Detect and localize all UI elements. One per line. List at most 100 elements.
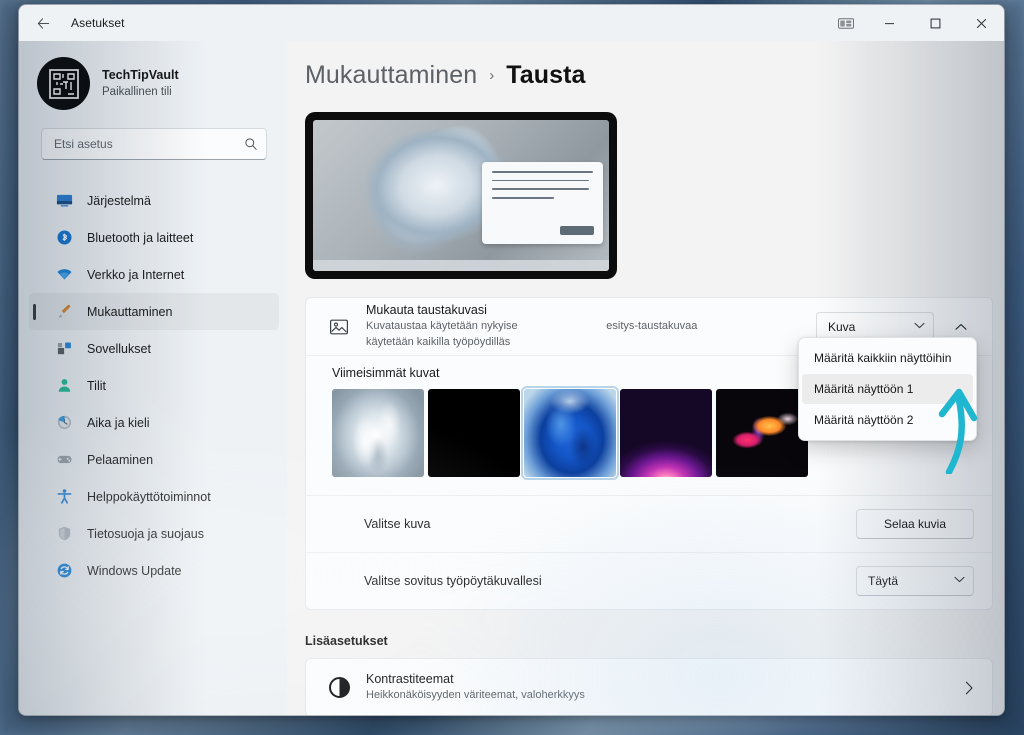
avatar-maze-icon [48, 68, 79, 99]
gaming-controller-icon [55, 451, 73, 469]
sidebar-item-label: Helppokäyttötoiminnot [87, 489, 211, 504]
wallpaper-bloom-light[interactable] [332, 389, 424, 477]
subtitle-line-2: käytetään kaikilla työpöydilläs [366, 335, 511, 348]
set-for-monitor-flyout: Määritä kaikkiin näyttöihin Määritä näyt… [798, 337, 977, 441]
back-arrow-icon [37, 17, 49, 29]
close-icon [976, 18, 986, 28]
maximize-button[interactable] [912, 5, 958, 41]
flyout-item-monitor-1[interactable]: Määritä näyttöön 1 [802, 374, 973, 404]
search-wrapper [19, 128, 287, 160]
breadcrumb-separator: › [489, 67, 495, 84]
accessibility-icon [55, 488, 73, 506]
chevron-down-icon [914, 322, 925, 332]
choose-image-row: Valitse kuva Selaa kuvia [306, 495, 992, 552]
account-name: TechTipVault [102, 67, 179, 82]
windows-update-icon [55, 562, 73, 580]
chevron-down-icon [954, 576, 965, 586]
wallpaper-abstract-flower[interactable] [716, 389, 808, 477]
preview-window-button [560, 225, 594, 235]
window-body: TechTipVault Paikallinen tili Etsi asetu… [19, 41, 1004, 715]
avatar [37, 57, 90, 110]
sidebar-item-sovellukset[interactable]: Sovellukset [29, 330, 279, 367]
preview-window-mock [481, 162, 603, 244]
window-controls [826, 5, 1004, 41]
close-button[interactable] [958, 5, 1004, 41]
breadcrumb-parent[interactable]: Mukauttaminen [305, 61, 477, 90]
choose-image-title: Valitse kuva [364, 517, 431, 531]
sidebar-item-tilit[interactable]: Tilit [29, 367, 279, 404]
sidebar-item-tietosuoja-ja-suojaus[interactable]: Tietosuoja ja suojaus [29, 515, 279, 552]
contrast-themes-title: Kontrastiteemat [366, 671, 454, 686]
search-box[interactable] [41, 128, 267, 160]
sidebar-item-label: Windows Update [87, 563, 182, 578]
sidebar-item-label: Järjestelmä [87, 193, 151, 208]
back-button[interactable] [27, 7, 59, 39]
personalize-background-title: Mukauta taustakuvasi [366, 302, 487, 317]
window-title: Asetukset [71, 16, 125, 30]
contrast-themes-icon [322, 677, 356, 698]
wallpaper-bloom-blue[interactable] [521, 386, 619, 480]
account-block[interactable]: TechTipVault Paikallinen tili [19, 41, 287, 128]
contrast-themes-subtitle: Heikkonäköisyyden väriteemat, valoherkky… [366, 688, 585, 701]
sidebar-item-pelaaminen[interactable]: Pelaaminen [29, 441, 279, 478]
sidebar-item-aika-ja-kieli[interactable]: Aika ja kieli [29, 404, 279, 441]
network-wifi-icon [55, 266, 73, 284]
personalization-brush-icon [55, 303, 73, 321]
chevron-up-icon [955, 318, 967, 336]
subtitle-line-1: Kuvataustaa käytetään nykyise [366, 319, 518, 332]
page-title: Tausta [506, 61, 586, 89]
personalize-background-subtitle: Kuvataustaa käytetään nykyise xxxxxxxxxx… [366, 319, 802, 351]
apps-icon [55, 340, 73, 358]
flyout-item-monitor-2[interactable]: Määritä näyttöön 2 [802, 405, 973, 435]
wallpaper-black[interactable] [428, 389, 520, 477]
sidebar-item-label: Bluetooth ja laitteet [87, 230, 194, 245]
search-icon [245, 138, 257, 150]
privacy-shield-icon [55, 525, 73, 543]
sidebar-item-label: Tietosuoja ja suojaus [87, 526, 204, 541]
sidebar-item-verkko-ja-internet[interactable]: Verkko ja Internet [29, 256, 279, 293]
desktop-background-preview [305, 112, 617, 279]
browse-photos-button[interactable]: Selaa kuvia [856, 509, 974, 539]
main-content: Mukauttaminen › Tausta Mukauta taustakuv… [287, 41, 1004, 715]
desktop-background: Asetukset TechTipVault Paikallinen tili … [0, 0, 1024, 735]
minimize-icon [884, 22, 894, 24]
flyout-item-all-monitors[interactable]: Määritä kaikkiin näyttöihin [802, 343, 973, 373]
sidebar-item-bluetooth-ja-laitteet[interactable]: Bluetooth ja laitteet [29, 219, 279, 256]
subtitle-line-1-tail: esitys-taustakuvaa [606, 319, 698, 332]
sidebar-item-mukauttaminen[interactable]: Mukauttaminen [29, 293, 279, 330]
preview-wallpaper-bloom [340, 120, 540, 269]
preview-screen [313, 120, 609, 271]
sidebar-nav: Järjestelmä Bluetooth ja laitteet Verkko… [19, 182, 287, 589]
picture-icon [322, 317, 356, 337]
maximize-icon [930, 18, 940, 28]
sidebar: TechTipVault Paikallinen tili Etsi asetu… [19, 41, 287, 715]
sidebar-item-label: Aika ja kieli [87, 415, 150, 430]
breadcrumb: Mukauttaminen › Tausta [303, 61, 993, 90]
choose-fit-row: Valitse sovitus työpöytäkuvallesi Täytä [306, 552, 992, 609]
fit-value: Täytä [868, 574, 899, 588]
sidebar-item-label: Mukauttaminen [87, 304, 173, 319]
bluetooth-icon [55, 229, 73, 247]
account-subtitle: Paikallinen tili [102, 86, 172, 99]
sidebar-item-jarjestelma[interactable]: Järjestelmä [29, 182, 279, 219]
collapse-section-button[interactable] [948, 314, 974, 340]
search-input[interactable] [54, 137, 244, 151]
snap-layouts-button[interactable] [826, 5, 866, 41]
sidebar-item-label: Pelaaminen [87, 452, 154, 467]
sidebar-item-helppokayttotoiminnot[interactable]: Helppokäyttötoiminnot [29, 478, 279, 515]
fit-combo[interactable]: Täytä [856, 566, 974, 596]
time-language-clock-icon [55, 414, 73, 432]
background-type-value: Kuva [828, 319, 856, 334]
title-bar: Asetukset [19, 5, 1004, 41]
settings-window: Asetukset TechTipVault Paikallinen tili … [18, 4, 1005, 716]
contrast-themes-row[interactable]: Kontrastiteemat Heikkonäköisyyden värite… [306, 659, 992, 715]
sidebar-item-windows-update[interactable]: Windows Update [29, 552, 279, 589]
minimize-button[interactable] [866, 5, 912, 41]
snap-layouts-icon [838, 17, 854, 29]
sidebar-item-label: Tilit [87, 378, 106, 393]
sidebar-item-label: Verkko ja Internet [87, 267, 185, 282]
wallpaper-purple-glow[interactable] [620, 389, 712, 477]
system-icon [55, 192, 73, 210]
sidebar-item-label: Sovellukset [87, 341, 151, 356]
chevron-right-icon [965, 681, 974, 695]
